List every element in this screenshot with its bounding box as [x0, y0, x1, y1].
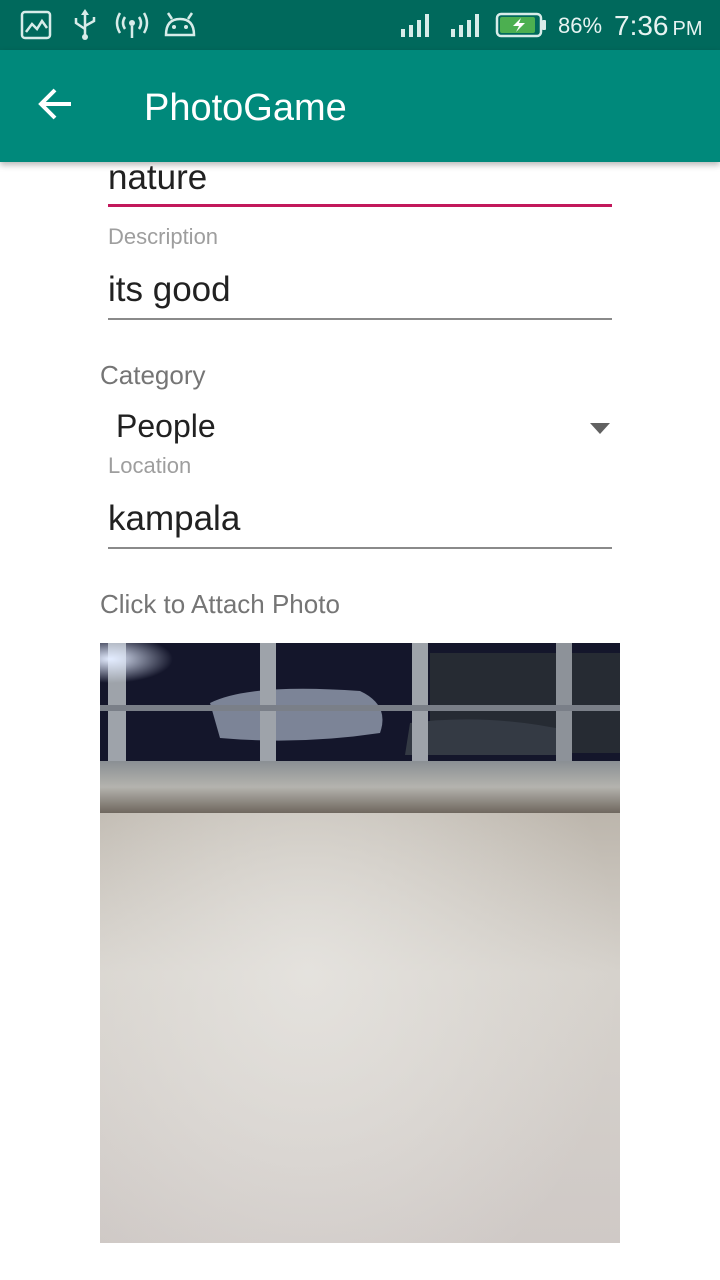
back-button[interactable] [28, 78, 84, 134]
usb-icon [70, 8, 100, 42]
title-field[interactable]: nature [108, 162, 207, 198]
clock: 7:36 PM [614, 10, 703, 42]
photo-image [100, 643, 620, 1243]
category-selected-value: People [116, 408, 216, 444]
image-notification-icon [18, 8, 54, 42]
description-field-underline [108, 318, 612, 320]
location-field[interactable]: kampala [108, 499, 240, 539]
hotspot-icon [114, 8, 150, 42]
signal-icon [398, 8, 434, 42]
description-label: Description [108, 224, 219, 249]
description-field[interactable]: its good [108, 270, 231, 310]
app-bar: PhotoGame [0, 50, 720, 162]
title-field-underline [108, 204, 612, 207]
clock-ampm: PM [672, 18, 703, 40]
android-debug-icon [162, 8, 198, 42]
battery-charging-icon [494, 8, 548, 42]
status-bar: 86% 7:36 PM [0, 0, 720, 50]
arrow-back-icon [37, 87, 75, 125]
category-label: Category [100, 360, 206, 390]
dropdown-arrow-icon [588, 420, 612, 436]
clock-time: 7:36 [614, 10, 669, 41]
upload-form: nature Description its good Category Peo… [0, 162, 720, 1280]
category-spinner[interactable]: People [100, 402, 620, 458]
battery-percentage: 86% [558, 13, 603, 38]
signal-icon [448, 8, 484, 42]
location-field-underline [108, 547, 612, 549]
photogame-screen: 86% 7:36 PM PhotoGame nature Description … [0, 0, 720, 1280]
attach-photo-label[interactable]: Click to Attach Photo [100, 589, 340, 620]
app-title: PhotoGame [144, 87, 347, 129]
location-label: Location [108, 453, 192, 478]
attached-photo[interactable] [100, 643, 620, 1243]
